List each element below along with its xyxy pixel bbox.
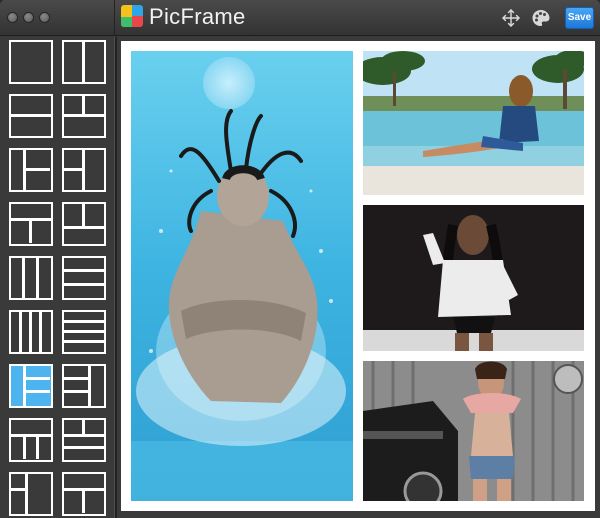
template-left-column-two-right[interactable] bbox=[9, 148, 53, 192]
app-logo-icon bbox=[121, 5, 143, 27]
app-window: PicFrame Save bbox=[0, 0, 600, 518]
collage-canvas-area bbox=[117, 37, 600, 518]
titlebar-divider bbox=[114, 0, 115, 36]
template-single[interactable] bbox=[9, 40, 53, 84]
template-two-top-three-bottom[interactable] bbox=[62, 418, 106, 462]
pool-beach-photo bbox=[363, 51, 584, 195]
template-four-rows[interactable] bbox=[62, 310, 106, 354]
photo-slot-2[interactable] bbox=[363, 51, 584, 195]
title-bar: PicFrame Save bbox=[0, 0, 600, 36]
zoom-window-button[interactable] bbox=[39, 12, 50, 23]
close-window-button[interactable] bbox=[7, 12, 18, 23]
template-top-two-bottom-one[interactable] bbox=[9, 202, 53, 246]
photo-slot-1[interactable] bbox=[131, 51, 353, 501]
save-button[interactable]: Save bbox=[565, 7, 594, 29]
template-three-columns[interactable] bbox=[9, 256, 53, 300]
template-sidebar bbox=[0, 37, 114, 518]
template-three-top-split[interactable] bbox=[62, 94, 106, 138]
minimize-window-button[interactable] bbox=[23, 12, 34, 23]
palette-icon[interactable] bbox=[531, 8, 551, 28]
template-right-tall-three-left[interactable] bbox=[62, 364, 106, 408]
template-two-rows[interactable] bbox=[9, 94, 53, 138]
app-title: PicFrame bbox=[149, 4, 246, 29]
template-three-rows[interactable] bbox=[62, 256, 106, 300]
photo-slot-4[interactable] bbox=[363, 361, 584, 501]
template-two-columns[interactable] bbox=[62, 40, 106, 84]
move-arrows-icon[interactable] bbox=[501, 8, 521, 28]
collage-frame bbox=[121, 41, 595, 511]
vintage-car-photo bbox=[363, 361, 584, 501]
studio-shirt-photo bbox=[363, 205, 584, 351]
template-left-tall-three-right[interactable] bbox=[9, 364, 53, 408]
photo-slot-3[interactable] bbox=[363, 205, 584, 356]
template-two-top-one-bottom[interactable] bbox=[62, 202, 106, 246]
template-top-wide-three-bottom[interactable] bbox=[9, 418, 53, 462]
template-four-columns[interactable] bbox=[9, 310, 53, 354]
template-big-top-two-bottom[interactable] bbox=[62, 148, 106, 192]
template-mixed-a[interactable] bbox=[9, 472, 53, 516]
underwater-splash-photo bbox=[131, 51, 353, 501]
template-mixed-b[interactable] bbox=[62, 472, 106, 516]
